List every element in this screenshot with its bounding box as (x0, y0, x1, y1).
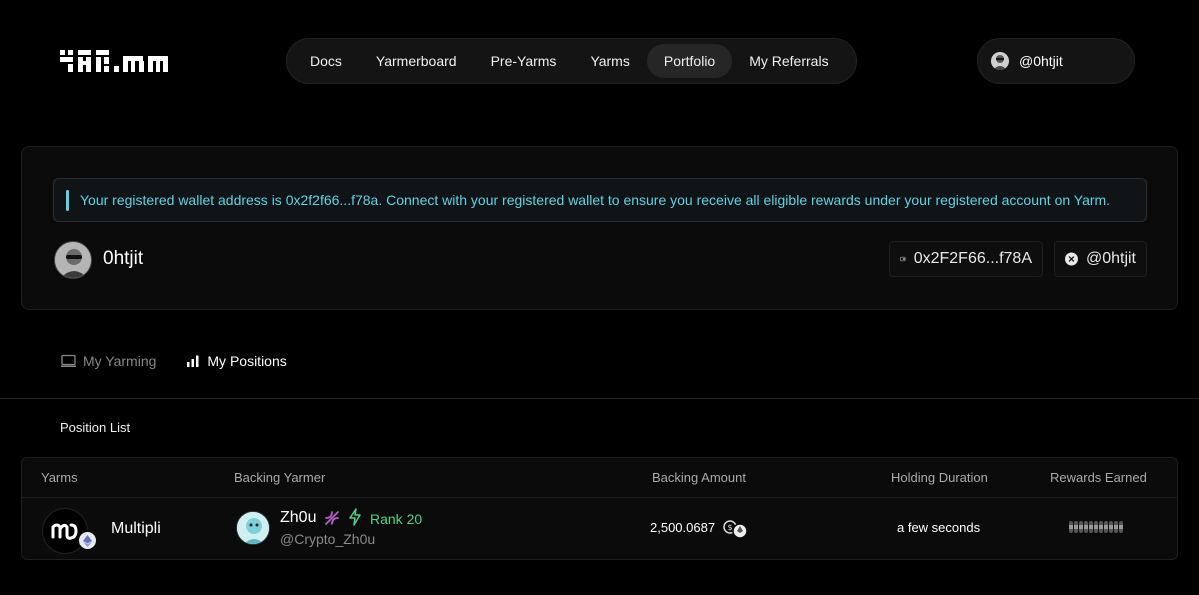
column-header-holding-duration: Holding Duration (891, 470, 988, 485)
yarmer-rank: Rank 20 (370, 511, 423, 527)
user-handle: @0htjit (1019, 53, 1063, 69)
nav-item-my-referrals[interactable]: My Referrals (732, 44, 845, 78)
table-row[interactable]: Multipli Zh0u Rank 20 @Crypto_Zh0u 2,500… (22, 498, 1177, 560)
wallet-address: 0x2F2F66...f78A (913, 250, 1032, 267)
backing-amount: 2,500.0687 (650, 520, 716, 535)
tab-my-positions[interactable]: My Positions (186, 353, 287, 369)
wallet-icon (900, 256, 906, 262)
yarmer-handle: @Crypto_Zh0u (280, 531, 376, 547)
ethereum-icon (77, 530, 98, 551)
yarmer-name[interactable]: Zh0u (280, 509, 316, 527)
user-menu-button[interactable]: @0htjit (977, 38, 1135, 84)
wallet-address-chip[interactable]: 0x2F2F66...f78A (889, 241, 1043, 277)
notice-accent-bar (66, 190, 69, 211)
position-list-title: Position List (60, 420, 131, 435)
nav-item-docs[interactable]: Docs (293, 44, 359, 78)
profile-name: 0htjit (103, 248, 144, 269)
coin-eth-icon: $ (723, 520, 748, 539)
tab-my-positions-label: My Positions (207, 353, 287, 369)
column-header-backing-amount: Backing Amount (652, 470, 746, 485)
column-header-rewards-earned: Rewards Earned (1050, 470, 1147, 485)
positions-table: Yarms Backing Yarmer Backing Amount Hold… (21, 457, 1178, 560)
tab-my-yarming-label: My Yarming (83, 353, 157, 369)
notice-text: Your registered wallet address is 0x2f2f… (80, 192, 1111, 208)
nav-item-yarmerboard[interactable]: Yarmerboard (359, 44, 474, 78)
svg-text:$: $ (728, 523, 733, 532)
nav-item-yarms[interactable]: Yarms (573, 44, 646, 78)
column-header-yarms: Yarms (41, 470, 78, 485)
main-nav: Docs Yarmerboard Pre-Yarms Yarms Portfol… (286, 38, 857, 84)
dna-icon (325, 511, 339, 525)
portfolio-tabs: My Yarming My Positions (61, 353, 287, 369)
holding-duration: a few seconds (897, 520, 981, 535)
bar-chart-icon (187, 355, 199, 367)
yarm-name: Multipli (111, 520, 161, 537)
column-header-backing-yarmer: Backing Yarmer (234, 470, 326, 485)
nav-item-portfolio[interactable]: Portfolio (646, 44, 733, 78)
rewards-earned-masked (1069, 521, 1123, 533)
laptop-icon (61, 354, 76, 367)
user-avatar (991, 52, 1009, 70)
table-header: Yarms Backing Yarmer Backing Amount Hold… (22, 458, 1177, 498)
lightning-icon (349, 508, 361, 526)
twitter-handle: @0htjit (1085, 250, 1136, 267)
tab-my-yarming[interactable]: My Yarming (61, 353, 156, 369)
section-divider (0, 398, 1199, 399)
profile-avatar (54, 241, 92, 279)
yarm-logo[interactable] (60, 48, 168, 74)
nav-item-pre-yarms[interactable]: Pre-Yarms (474, 44, 574, 78)
x-icon (1065, 252, 1078, 266)
profile-card: Your registered wallet address is 0x2f2f… (21, 146, 1178, 310)
twitter-handle-chip[interactable]: @0htjit (1054, 241, 1147, 277)
wallet-notice: Your registered wallet address is 0x2f2f… (53, 178, 1147, 222)
yarmer-avatar (236, 511, 270, 545)
